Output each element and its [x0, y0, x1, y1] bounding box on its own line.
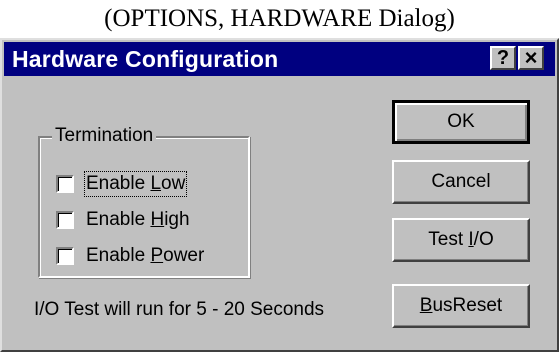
checkbox-box[interactable]: [56, 175, 74, 193]
help-button[interactable]: ?: [490, 46, 516, 70]
close-icon: ×: [524, 45, 538, 70]
io-test-duration-text: I/O Test will run for 5 - 20 Seconds: [34, 299, 325, 320]
checkbox-label: Enable Low: [83, 171, 188, 197]
checkbox-box[interactable]: [56, 247, 74, 265]
test-io-button[interactable]: Test I/O: [392, 218, 530, 262]
title-bar[interactable]: Hardware Configuration ? ×: [4, 42, 555, 76]
checkbox-label: Enable Power: [86, 245, 205, 266]
enable-power-checkbox[interactable]: Enable Power: [56, 244, 204, 268]
bus-reset-button[interactable]: BusReset: [392, 284, 530, 328]
dialog-title: Hardware Configuration: [12, 46, 279, 72]
checkbox-box[interactable]: [56, 211, 74, 229]
ok-button[interactable]: OK: [392, 100, 530, 144]
enable-high-checkbox[interactable]: Enable High: [56, 208, 190, 232]
question-mark-icon: ?: [496, 47, 510, 69]
close-button[interactable]: ×: [518, 46, 544, 70]
figure-caption: (OPTIONS, HARDWARE Dialog): [104, 5, 455, 32]
termination-legend: Termination: [52, 124, 157, 148]
cancel-button[interactable]: Cancel: [392, 160, 530, 204]
hardware-configuration-dialog: Hardware Configuration ? × Termination E…: [0, 38, 559, 352]
enable-low-checkbox[interactable]: Enable Low: [56, 171, 188, 197]
checkbox-label: Enable High: [86, 209, 190, 230]
